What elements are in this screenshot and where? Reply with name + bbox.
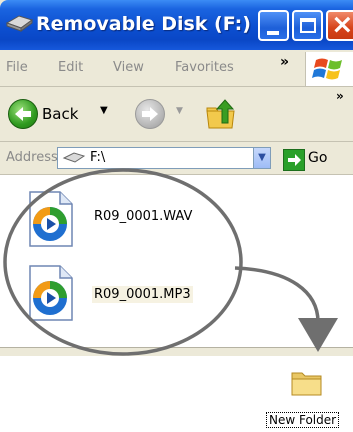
explorer-window: Removable Disk (F:) × File Edit View Fav… — [0, 0, 353, 356]
file-list-pane[interactable]: R09_0001.WAV R09_0001.MP3 — [0, 175, 353, 347]
menu-view[interactable]: View — [113, 60, 144, 75]
address-input[interactable]: F:\ — [57, 147, 271, 169]
toolbar: Back ▼ ▼ » — [0, 87, 353, 142]
address-dropdown-button[interactable]: ▼ — [253, 147, 271, 169]
go-button[interactable]: Go — [308, 150, 327, 166]
maximize-button[interactable] — [292, 10, 323, 41]
address-value: F:\ — [90, 150, 106, 165]
forward-button[interactable] — [135, 99, 165, 129]
menu-overflow-chevron[interactable]: » — [280, 54, 289, 70]
drive-icon — [5, 15, 33, 32]
media-player-file-icon — [29, 191, 73, 247]
windows-flag-icon — [312, 58, 342, 80]
desktop-folder-name-input[interactable]: New Folder — [266, 412, 340, 428]
forward-arrow-icon — [142, 107, 158, 121]
close-button[interactable]: × — [326, 9, 353, 41]
toolbar-overflow-chevron[interactable]: » — [336, 89, 344, 103]
up-folder-button[interactable] — [204, 97, 238, 131]
folder-icon[interactable] — [290, 366, 324, 398]
back-arrow-icon — [8, 99, 38, 129]
file-name: R09_0001.WAV — [94, 209, 193, 224]
close-icon: × — [331, 9, 353, 40]
minimize-icon — [267, 31, 279, 35]
forward-dropdown-arrow[interactable]: ▼ — [176, 106, 183, 116]
status-bar — [0, 347, 353, 356]
back-button[interactable]: Back ▼ — [8, 99, 118, 129]
go-arrow-icon[interactable] — [283, 149, 305, 171]
address-bar: Address F:\ ▼ Go — [0, 142, 353, 175]
title-bar[interactable]: Removable Disk (F:) × — [0, 0, 353, 50]
menu-edit[interactable]: Edit — [58, 60, 83, 75]
maximize-icon — [300, 18, 316, 33]
address-label: Address — [6, 150, 58, 165]
drive-small-icon — [62, 152, 86, 163]
window-title: Removable Disk (F:) — [36, 13, 251, 35]
menu-bar: File Edit View Favorites » — [0, 50, 353, 87]
windows-logo — [305, 52, 353, 86]
back-label: Back — [42, 105, 79, 123]
back-dropdown-arrow[interactable]: ▼ — [100, 105, 108, 116]
menu-favorites[interactable]: Favorites — [175, 60, 234, 75]
menu-file[interactable]: File — [6, 60, 28, 75]
file-name: R09_0001.MP3 — [92, 286, 193, 303]
media-player-file-icon — [29, 265, 73, 321]
minimize-button[interactable] — [258, 10, 289, 41]
